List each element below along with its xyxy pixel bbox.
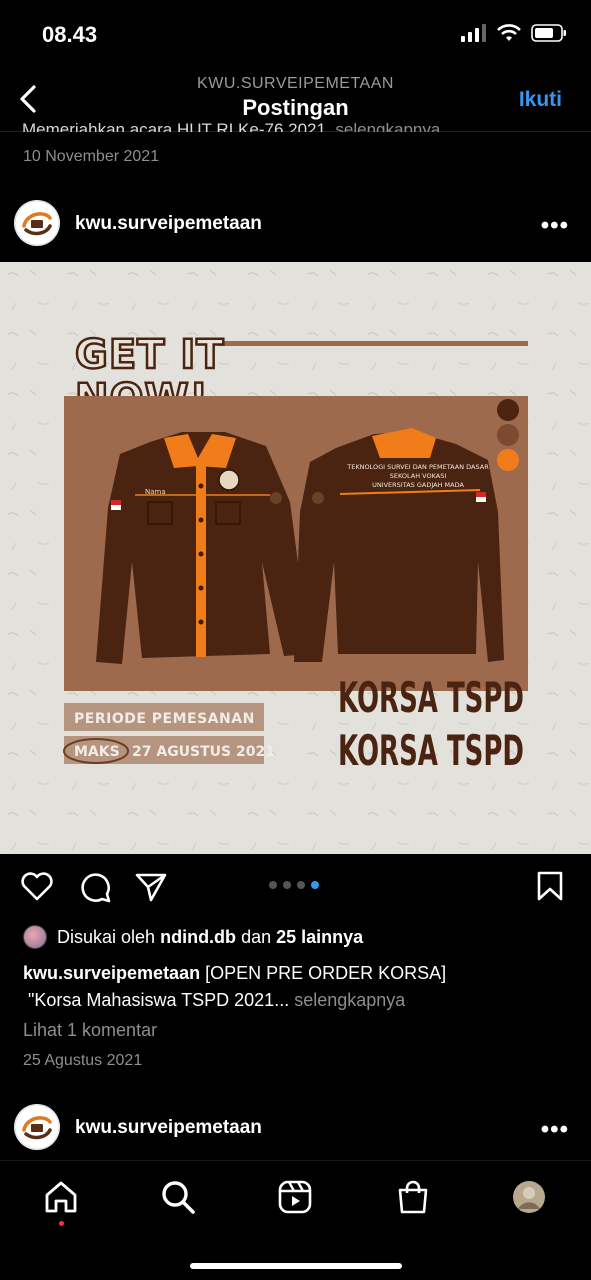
deadline-label: MAKS <box>74 744 120 760</box>
color-swatch-brown <box>497 424 519 446</box>
wifi-icon <box>497 24 521 41</box>
shop-bag-icon[interactable] <box>395 1179 431 1215</box>
status-bar: 08.43 <box>0 0 591 64</box>
caption-line-1: [OPEN PRE ORDER KORSA] <box>205 963 447 983</box>
likes-summary[interactable]: Disukai oleh ndind.db dan 25 lainnya <box>23 924 363 950</box>
deadline-date: 27 AGUSTUS 2021 <box>132 744 275 760</box>
follow-button[interactable]: Ikuti <box>519 88 562 112</box>
comment-icon[interactable] <box>78 870 112 904</box>
period-label: PERIODE PEMESANAN <box>74 711 255 727</box>
search-icon[interactable] <box>160 1179 196 1215</box>
product-name-1: KORSA TSPD <box>338 673 524 722</box>
previous-post-date: 10 November 2021 <box>23 148 160 165</box>
accent-line <box>218 341 528 346</box>
nav-account-name: KWU.SURVEIPEMETAAN <box>197 75 394 92</box>
post-date: 25 Agustus 2021 <box>23 1052 143 1069</box>
name-tag-label: Nama <box>145 488 166 496</box>
post-username[interactable]: kwu.surveipemetaan <box>75 213 262 235</box>
profile-avatar[interactable] <box>511 1179 547 1215</box>
view-comments-link[interactable]: Lihat 1 komentar <box>23 1020 157 1041</box>
carousel-dot <box>297 881 305 889</box>
likes-user[interactable]: ndind.db <box>160 927 236 948</box>
caption-more-link[interactable]: selengkapnya <box>294 990 405 1010</box>
battery-icon <box>531 24 566 42</box>
next-post-header: kwu.surveipemetaan ••• <box>0 1104 591 1152</box>
back-print-line-1: TEKNOLOGI SURVEI DAN PEMETAAN DASAR <box>346 463 489 471</box>
post-caption: kwu.surveipemetaan [OPEN PRE ORDER KORSA… <box>23 960 573 1014</box>
post-image[interactable]: GET IT NOW! Nama <box>0 262 591 854</box>
product-name-2: KORSA TSPD <box>338 726 524 775</box>
home-icon[interactable] <box>43 1179 79 1215</box>
more-options-icon[interactable]: ••• <box>541 212 569 240</box>
next-post-username[interactable]: kwu.surveipemetaan <box>75 1117 262 1139</box>
post-actions <box>0 866 591 910</box>
next-post-avatar[interactable] <box>14 1104 60 1150</box>
carousel-indicator <box>269 881 319 889</box>
home-notification-dot <box>59 1221 64 1226</box>
headline-get-it: GET IT <box>75 332 225 378</box>
post-header: kwu.surveipemetaan ••• <box>0 200 591 248</box>
signal-icon <box>461 24 486 42</box>
likes-prefix: Disukai oleh <box>57 926 156 947</box>
liker-avatar <box>23 925 47 949</box>
account-logo-icon <box>14 1104 60 1150</box>
save-bookmark-icon[interactable] <box>536 870 564 902</box>
reels-icon[interactable] <box>277 1179 313 1215</box>
caption-username[interactable]: kwu.surveipemetaan <box>23 963 200 983</box>
carousel-dot <box>283 881 291 889</box>
previous-caption-more[interactable]: selengkapnya <box>335 120 440 132</box>
likes-others[interactable]: 25 lainnya <box>276 927 363 948</box>
avatar[interactable] <box>14 200 60 246</box>
color-swatch-orange <box>497 449 519 471</box>
account-logo-icon <box>14 200 60 246</box>
home-indicator <box>190 1263 402 1269</box>
like-heart-icon[interactable] <box>20 870 54 902</box>
color-swatch-dark-brown <box>497 399 519 421</box>
carousel-dot <box>269 881 277 889</box>
caption-line-2: "Korsa Mahasiswa TSPD 2021... <box>28 990 290 1010</box>
previous-post-caption[interactable]: Memeriahkan acara HUT RI Ke-76 2021. sel… <box>22 118 440 132</box>
carousel-dot-active <box>311 881 319 889</box>
status-icons <box>461 24 567 42</box>
likes-joiner: dan <box>241 926 272 947</box>
status-time: 08.43 <box>42 22 98 47</box>
bottom-tab-bar <box>0 1160 591 1280</box>
next-post-more-icon[interactable]: ••• <box>541 1116 569 1144</box>
previous-caption-text: Memeriahkan acara HUT RI Ke-76 2021. <box>22 120 331 132</box>
back-print-line-2: SEKOLAH VOKASI <box>390 472 447 480</box>
share-send-icon[interactable] <box>134 870 168 904</box>
back-print-line-3: UNIVERSITAS GADJAH MADA <box>372 481 464 489</box>
